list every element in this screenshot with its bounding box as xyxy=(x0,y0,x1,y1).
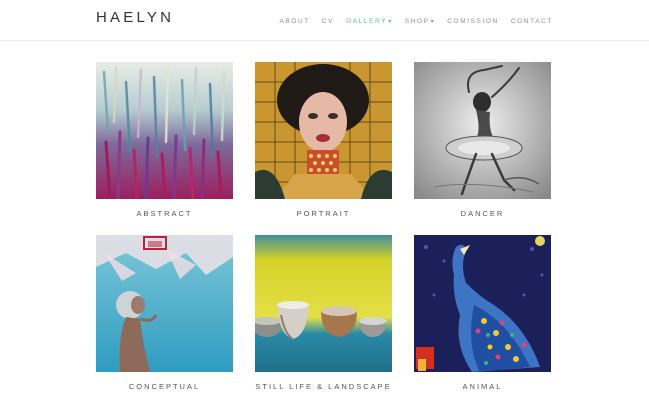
artwork-image[interactable] xyxy=(255,235,392,372)
nav-label: ABOUT xyxy=(279,18,310,25)
artwork-image[interactable] xyxy=(96,235,233,372)
gallery-tile-conceptual[interactable]: CONCEPTUAL xyxy=(96,235,233,391)
dancer-drawing xyxy=(414,62,551,199)
conceptual-painting xyxy=(96,235,233,372)
nav-item-comission[interactable]: COMISSION xyxy=(447,18,499,25)
gallery-tile-still-life[interactable]: STILL LIFE & LANDSCAPE xyxy=(255,235,392,391)
nav-item-gallery[interactable]: GALLERY ▾ xyxy=(346,18,393,25)
site-logo[interactable]: HAELYN xyxy=(96,9,174,26)
nav-label: SHOP xyxy=(404,18,430,25)
artwork-image[interactable] xyxy=(255,62,392,199)
tile-caption[interactable]: CONCEPTUAL xyxy=(96,382,233,391)
tile-caption[interactable]: STILL LIFE & LANDSCAPE xyxy=(255,382,392,391)
still-life-painting xyxy=(255,235,392,372)
chevron-down-icon: ▾ xyxy=(430,18,436,25)
tile-caption[interactable]: DANCER xyxy=(414,209,551,218)
nav-item-about[interactable]: ABOUT xyxy=(279,18,309,25)
nav-label: CV xyxy=(321,18,335,25)
gallery-tile-portrait[interactable]: PORTRAIT xyxy=(255,62,392,218)
gallery-tile-dancer[interactable]: DANCER xyxy=(414,62,551,218)
portrait-painting xyxy=(255,62,392,199)
tile-caption[interactable]: PORTRAIT xyxy=(255,209,392,218)
site-header: HAELYN ABOUT CV GALLERY ▾ SHOP ▾ COMISSION… xyxy=(0,0,649,41)
artwork-image[interactable] xyxy=(414,62,551,199)
nav-item-contact[interactable]: CONTACT xyxy=(511,18,553,25)
artwork-image[interactable] xyxy=(96,62,233,199)
animal-painting xyxy=(414,235,551,372)
gallery-tile-animal[interactable]: ANIMAL xyxy=(414,235,551,391)
nav-label: CONTACT xyxy=(510,18,553,25)
tile-caption[interactable]: ABSTRACT xyxy=(96,209,233,218)
nav-item-cv[interactable]: CV xyxy=(322,18,334,25)
main-nav: ABOUT CV GALLERY ▾ SHOP ▾ COMISSION CONTAC… xyxy=(279,18,553,25)
gallery-tile-abstract[interactable]: ABSTRACT xyxy=(96,62,233,218)
chevron-down-icon: ▾ xyxy=(388,18,393,25)
abstract-painting xyxy=(96,62,233,199)
nav-item-shop[interactable]: SHOP ▾ xyxy=(405,18,435,25)
artwork-image[interactable] xyxy=(414,235,551,372)
tile-caption[interactable]: ANIMAL xyxy=(414,382,551,391)
nav-label: GALLERY xyxy=(346,18,388,25)
nav-label: COMISSION xyxy=(447,18,499,25)
